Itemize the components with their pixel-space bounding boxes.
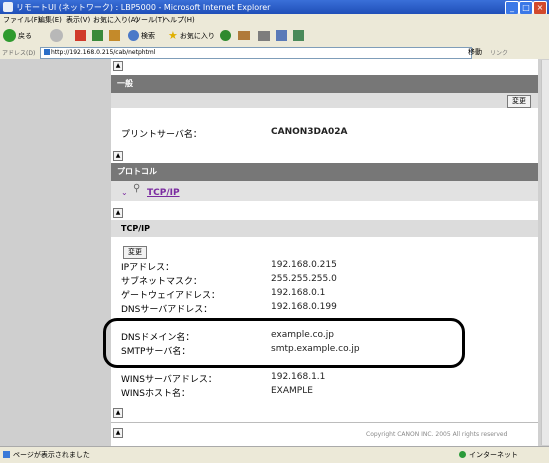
address-label: アドレス(D): [2, 50, 36, 57]
menu-edit[interactable]: 編集(E): [38, 15, 62, 25]
collapse-icon[interactable]: ▲: [113, 151, 123, 161]
title-bar: リモートUI (ネットワーク) : LBP5000 - Microsoft In…: [0, 0, 549, 15]
favorites-button[interactable]: ★ お気に入り: [168, 28, 215, 43]
back-arrow-icon: [3, 29, 16, 42]
home-icon: [109, 30, 120, 41]
edit-button[interactable]: [276, 28, 287, 43]
close-button[interactable]: ×: [533, 1, 547, 15]
maximize-button[interactable]: □: [519, 1, 533, 15]
print-icon: [258, 30, 270, 41]
refresh-button[interactable]: [92, 28, 103, 43]
mail-icon: [238, 31, 250, 40]
refresh-icon: [92, 30, 103, 41]
star-icon: ★: [168, 29, 178, 42]
tcpip-link[interactable]: TCP/IP: [147, 188, 180, 198]
vertical-scrollbar[interactable]: [541, 60, 549, 445]
collapse-icon[interactable]: ▲: [113, 208, 123, 218]
tcpip-section-bar: [111, 220, 538, 237]
copyright: Copyright CANON INC. 2005 All rights res…: [366, 431, 508, 438]
ip-address-value: 192.168.0.215: [271, 260, 337, 270]
go-button[interactable]: 移動: [468, 47, 482, 57]
print-server-label: プリントサーバ名：: [121, 130, 202, 140]
history-icon: [220, 30, 231, 41]
internet-zone-icon: [459, 451, 466, 458]
dns-server-value: 192.168.0.199: [271, 302, 337, 312]
stop-icon: [75, 30, 86, 41]
gateway-label: ゲートウェイアドレス：: [121, 291, 221, 301]
general-header: 一般: [111, 75, 538, 93]
change-button[interactable]: 変更: [123, 246, 147, 259]
minimize-button[interactable]: _: [505, 1, 519, 15]
divider: [111, 422, 538, 423]
forward-button[interactable]: [50, 28, 63, 43]
change-button[interactable]: 変更: [507, 95, 531, 108]
home-button[interactable]: [109, 28, 120, 43]
menu-view[interactable]: 表示(V): [66, 15, 90, 25]
mail-button[interactable]: [238, 28, 250, 43]
menu-favorites[interactable]: お気に入り(A): [93, 15, 138, 25]
collapse-icon[interactable]: ▲: [113, 408, 123, 418]
history-button[interactable]: [220, 28, 231, 43]
discuss-button[interactable]: [293, 28, 304, 43]
wins-server-value: 192.168.1.1: [271, 372, 326, 382]
zone-text: インターネット: [469, 451, 518, 459]
menu-help[interactable]: ヘルプ(H): [163, 15, 195, 25]
links-label[interactable]: リンク: [490, 48, 508, 57]
main-content: ▲ 一般 変更 プリントサーバ名： CANON3DA02A ▲ プロトコル ⌄ …: [111, 59, 538, 446]
print-server-value: CANON3DA02A: [271, 127, 348, 137]
highlight-oval: [103, 318, 465, 368]
collapse-icon[interactable]: ▲: [113, 61, 123, 71]
status-bar: ページが表示されました インターネット: [0, 446, 549, 463]
wins-host-value: EXAMPLE: [271, 386, 313, 396]
search-button[interactable]: 検索: [128, 28, 155, 43]
menu-tools[interactable]: ツール(T): [134, 15, 165, 25]
wins-server-label: WINSサーバアドレス：: [121, 375, 217, 385]
page-loaded-icon: [3, 451, 10, 458]
wins-host-label: WINSホスト名：: [121, 389, 190, 399]
stop-button[interactable]: [75, 28, 86, 43]
address-input[interactable]: http://192.168.0.215/cab/netphtml: [40, 47, 472, 59]
gateway-value: 192.168.0.1: [271, 288, 326, 298]
toolbar: 戻る 検索 ★ お気に入り: [0, 26, 549, 46]
status-text: ページが表示されました: [13, 451, 90, 459]
subnet-mask-value: 255.255.255.0: [271, 274, 337, 284]
collapse-icon[interactable]: ▲: [113, 428, 123, 438]
back-button[interactable]: 戻る: [3, 28, 32, 43]
address-bar: アドレス(D) http://192.168.0.215/cab/netphtm…: [0, 45, 549, 60]
window-title: リモートUI (ネットワーク) : LBP5000 - Microsoft In…: [16, 3, 271, 12]
general-toolbar: [111, 93, 538, 108]
subnet-mask-label: サブネットマスク：: [121, 277, 203, 287]
chevron-down-icon: ⌄: [121, 188, 128, 197]
ie-icon: [3, 2, 13, 12]
left-panel: [0, 59, 111, 446]
page-icon: [44, 49, 50, 55]
forward-arrow-icon: [50, 29, 63, 42]
search-icon: [128, 30, 139, 41]
menu-file[interactable]: ファイル(F): [3, 15, 41, 25]
edit-icon: [276, 30, 287, 41]
menu-bar: ファイル(F) 編集(E) 表示(V) お気に入り(A) ツール(T) ヘルプ(…: [0, 14, 549, 26]
discuss-icon: [293, 30, 304, 41]
dns-server-label: DNSサーバアドレス：: [121, 305, 213, 315]
search-icon: ⚲: [133, 183, 141, 194]
ip-address-label: IPアドレス：: [121, 263, 175, 273]
tcpip-section-title: TCP/IP: [121, 224, 150, 233]
protocol-header: プロトコル: [111, 163, 538, 181]
print-button[interactable]: [258, 28, 270, 43]
